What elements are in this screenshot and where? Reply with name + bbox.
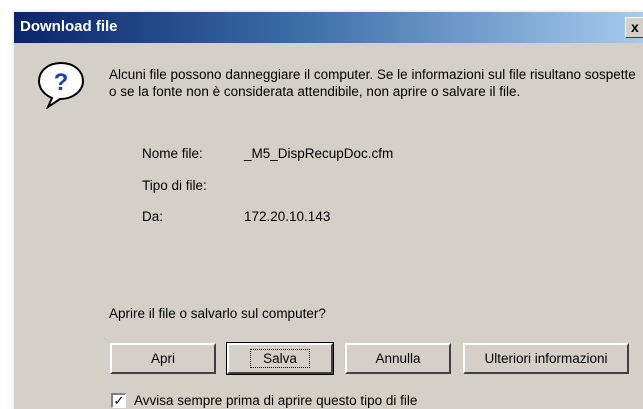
download-dialog: Download file x ? Alcuni file possono da…	[12, 10, 643, 409]
checkmark-icon: ✓	[113, 393, 125, 408]
title-bar[interactable]: Download file x	[14, 12, 643, 43]
always-ask-checkbox[interactable]: ✓	[111, 393, 126, 408]
more-info-button-label: Ulteriori informazioni	[484, 351, 608, 366]
warning-message: Alcuni file possono danneggiare il compu…	[109, 67, 636, 99]
file-source-value: 172.20.10.143	[244, 209, 331, 224]
open-button[interactable]: Apri	[110, 343, 216, 374]
cancel-button-label: Annulla	[375, 351, 421, 366]
file-type-label: Tipo di file:	[142, 178, 207, 193]
save-button-label: Salva	[250, 349, 310, 368]
more-info-button[interactable]: Ulteriori informazioni	[463, 343, 629, 374]
question-icon: ?	[37, 61, 85, 109]
always-ask-label[interactable]: Avvisa sempre prima di aprire questo tip…	[134, 393, 417, 408]
close-button[interactable]: x	[625, 17, 643, 38]
open-button-label: Apri	[150, 351, 175, 366]
save-button[interactable]: Salva	[226, 342, 334, 375]
close-icon: x	[631, 19, 639, 35]
window-title: Download file	[20, 18, 118, 35]
question-glyph: ?	[54, 69, 69, 96]
file-name-value: _M5_DispRecupDoc.cfm	[244, 146, 394, 161]
open-or-save-prompt: Aprire il file o salvarlo sul computer?	[109, 306, 326, 321]
file-name-label: Nome file:	[142, 146, 203, 161]
file-source-label: Da:	[142, 209, 164, 224]
cancel-button[interactable]: Annulla	[345, 343, 451, 374]
